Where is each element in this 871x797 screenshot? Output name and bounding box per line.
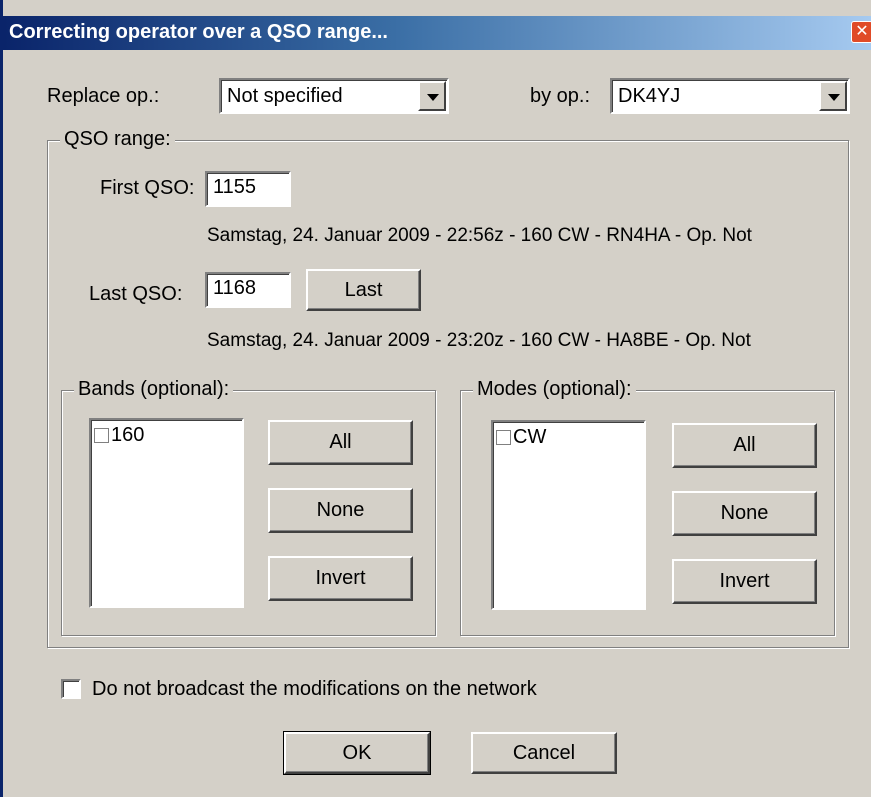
qso-range-label: QSO range: xyxy=(60,128,175,151)
dialog-window: Correcting operator over a QSO range... … xyxy=(0,0,871,797)
bands-label: Bands (optional): xyxy=(74,378,234,401)
list-item[interactable]: 160 xyxy=(94,424,144,447)
last-qso-info: Samstag, 24. Januar 2009 - 23:20z - 160 … xyxy=(207,330,751,351)
first-qso-label: First QSO: xyxy=(100,177,195,199)
close-icon[interactable]: ✕ xyxy=(851,21,871,43)
cancel-button[interactable]: Cancel xyxy=(471,732,617,774)
first-qso-input[interactable]: 1155 xyxy=(205,171,291,207)
bands-invert-button[interactable]: Invert xyxy=(268,556,413,601)
by-op-dropdown[interactable]: DK4YJ xyxy=(610,78,850,114)
dialog-title: Correcting operator over a QSO range... xyxy=(9,21,388,43)
chevron-down-icon[interactable] xyxy=(418,81,446,111)
modes-all-button[interactable]: All xyxy=(672,423,817,468)
replace-op-label: Replace op.: xyxy=(47,85,160,107)
last-qso-input[interactable]: 1168 xyxy=(205,272,291,308)
modes-listbox[interactable]: CW xyxy=(491,420,646,610)
checkbox-icon[interactable] xyxy=(496,430,511,445)
ok-button[interactable]: OK xyxy=(283,731,431,775)
mode-item-label: CW xyxy=(513,426,547,448)
chevron-down-icon[interactable] xyxy=(819,81,847,111)
bands-listbox[interactable]: 160 xyxy=(89,418,244,608)
by-op-value: DK4YJ xyxy=(618,85,681,107)
modes-none-button[interactable]: None xyxy=(672,491,817,536)
bands-none-button[interactable]: None xyxy=(268,488,413,533)
list-item[interactable]: CW xyxy=(496,426,546,449)
last-button[interactable]: Last xyxy=(306,269,421,311)
checkbox-icon[interactable] xyxy=(94,428,109,443)
no-broadcast-checkbox[interactable] xyxy=(61,679,81,699)
by-op-label: by op.: xyxy=(530,85,591,107)
replace-op-value: Not specified xyxy=(227,85,343,107)
bands-all-button[interactable]: All xyxy=(268,420,413,465)
replace-op-dropdown[interactable]: Not specified xyxy=(219,78,449,114)
modes-invert-button[interactable]: Invert xyxy=(672,559,817,604)
title-bar[interactable]: Correcting operator over a QSO range... … xyxy=(3,16,871,50)
last-qso-label: Last QSO: xyxy=(89,283,183,305)
band-item-label: 160 xyxy=(111,424,145,446)
modes-label: Modes (optional): xyxy=(473,378,636,401)
first-qso-info: Samstag, 24. Januar 2009 - 22:56z - 160 … xyxy=(207,225,752,246)
no-broadcast-label: Do not broadcast the modifications on th… xyxy=(92,678,537,700)
